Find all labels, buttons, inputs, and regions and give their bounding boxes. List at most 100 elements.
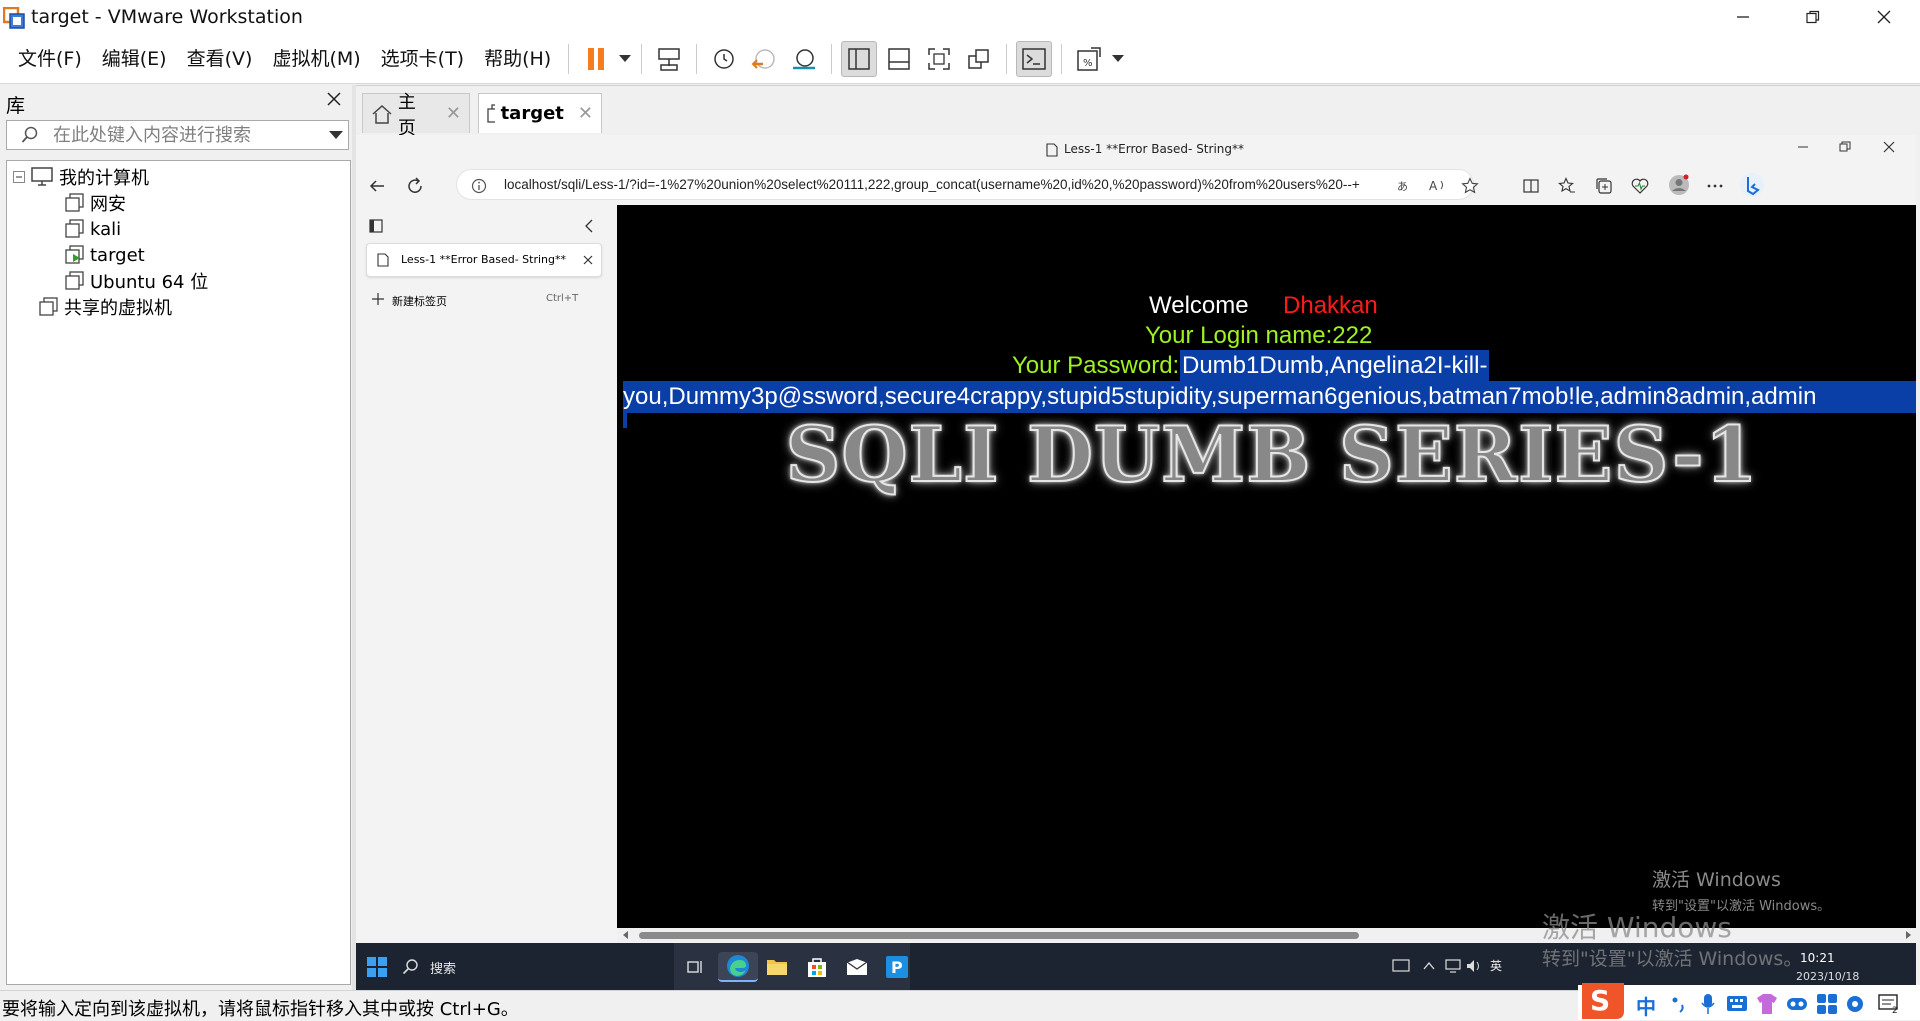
volume-icon[interactable] [1466, 959, 1484, 973]
punctuation-icon[interactable] [1670, 995, 1688, 1013]
show-library-button[interactable] [841, 40, 878, 77]
search-icon [21, 126, 39, 144]
new-tab-button[interactable]: 新建标签页 Ctrl+T [366, 287, 602, 313]
vertical-tab-item[interactable]: Less-1 **Error Based- String** [366, 243, 602, 277]
tree-item-vm[interactable]: kali [65, 217, 121, 241]
game-controller-icon[interactable] [1786, 995, 1808, 1013]
close-icon [1877, 10, 1891, 24]
file-explorer-taskbar-button[interactable] [762, 952, 792, 982]
web-page-content[interactable]: Welcome Dhakkan Your Login name:222 Your… [617, 205, 1916, 929]
tree-label: 网安 [90, 194, 126, 215]
microphone-icon[interactable] [1700, 993, 1716, 1015]
toolbox-grid-icon[interactable] [1816, 993, 1838, 1015]
menu-help[interactable]: 帮助(H) [474, 42, 561, 76]
refresh-button[interactable] [406, 177, 424, 195]
heartbeat-icon [1631, 178, 1649, 194]
library-search-input[interactable] [53, 124, 323, 146]
tab-close-icon[interactable]: ✕ [578, 103, 593, 124]
app-p-taskbar-button[interactable]: P [882, 952, 912, 982]
tab-home[interactable]: 主页 ✕ [362, 92, 470, 139]
tab-close-icon[interactable]: ✕ [446, 103, 461, 124]
keyboard-icon[interactable] [1726, 995, 1748, 1013]
tree-item-vm[interactable]: Ubuntu 64 位 [65, 269, 208, 293]
task-view-button[interactable] [680, 952, 710, 982]
revert-snapshot-button[interactable] [746, 41, 782, 77]
menu-vm[interactable]: 虚拟机(M) [262, 42, 370, 76]
collapse-icon[interactable] [13, 171, 25, 183]
snapshot-button[interactable] [706, 41, 742, 77]
full-screen-button[interactable] [921, 41, 957, 77]
browser-minimize-button[interactable] [1797, 141, 1815, 159]
tree-item-vm[interactable]: 网安 [65, 191, 126, 215]
close-button[interactable] [1861, 0, 1907, 34]
read-aloud-icon[interactable]: A [1429, 177, 1447, 195]
power-dropdown[interactable] [616, 41, 634, 77]
restore-button[interactable] [1790, 0, 1836, 34]
restore-icon [1806, 10, 1820, 24]
favorite-star-icon[interactable] [1461, 177, 1479, 195]
input-language[interactable]: 英 [1490, 957, 1502, 974]
scroll-left-icon[interactable] [622, 931, 630, 939]
close-tab-icon[interactable] [583, 255, 593, 265]
guest-display[interactable]: Less-1 **Error Based- String** localhost… [356, 135, 1916, 990]
keyboard-tray-icon[interactable] [1392, 959, 1410, 973]
profile-button[interactable] [1668, 174, 1690, 196]
guest-clock-date: 2023/10/18 [1796, 970, 1860, 983]
tree-label: 共享的虚拟机 [64, 298, 172, 319]
read-aloud-language-icon[interactable]: あ [1397, 177, 1415, 195]
toolbar-separator [641, 43, 643, 74]
stretch-dropdown[interactable] [1109, 41, 1127, 77]
notification-center-icon[interactable]: 2 [1878, 994, 1902, 1014]
tree-item-vm-running[interactable]: target [65, 243, 145, 267]
tree-item-shared-vms[interactable]: 共享的虚拟机 [39, 295, 172, 319]
split-screen-button[interactable] [1522, 177, 1540, 195]
collapse-pane-icon[interactable] [583, 219, 595, 233]
show-thumbnail-bar-button[interactable] [881, 41, 917, 77]
back-button[interactable] [368, 177, 386, 195]
start-button[interactable] [362, 952, 392, 982]
ime-language[interactable]: 中 [1636, 991, 1656, 1020]
browser-toolbar: localhost/sqli/Less-1/?id=-1%27%20union%… [356, 165, 1916, 205]
tab-actions-icon[interactable] [369, 219, 383, 233]
console-view-button[interactable] [1016, 40, 1053, 77]
suspend-button[interactable] [578, 41, 614, 77]
settings-more-button[interactable] [1706, 177, 1724, 195]
stretch-guest-button[interactable]: % [1071, 41, 1107, 77]
menu-file[interactable]: 文件(F) [8, 42, 92, 76]
network-monitor-icon[interactable] [1444, 959, 1462, 973]
skin-shirt-icon[interactable] [1756, 993, 1778, 1015]
menu-view[interactable]: 查看(V) [177, 42, 263, 76]
tab-target[interactable]: target ✕ [478, 93, 602, 133]
mail-taskbar-button[interactable] [842, 952, 872, 982]
minimize-button[interactable] [1720, 0, 1766, 34]
menu-edit[interactable]: 编辑(E) [92, 42, 177, 76]
send-ctrl-alt-del-button[interactable] [651, 41, 687, 77]
collections-button[interactable] [1595, 177, 1613, 195]
taskbar-search[interactable]: 搜索 [402, 952, 670, 982]
browser-essentials-button[interactable] [1631, 177, 1649, 195]
library-close-button[interactable] [326, 91, 344, 109]
plus-icon [372, 293, 384, 305]
sogou-logo-icon[interactable]: S [1578, 979, 1628, 1021]
ime-settings-icon[interactable] [1844, 993, 1866, 1015]
store-taskbar-button[interactable] [802, 952, 832, 982]
favorites-button[interactable] [1558, 177, 1576, 195]
tree-label: target [90, 244, 145, 266]
scrollbar-thumb[interactable] [639, 932, 1359, 939]
bing-copilot-button[interactable] [1738, 171, 1766, 199]
snapshot-manager-button[interactable] [786, 41, 822, 77]
close-icon [327, 92, 341, 106]
scroll-right-icon[interactable] [1904, 931, 1912, 939]
browser-close-button[interactable] [1883, 141, 1901, 159]
browser-restore-button[interactable] [1839, 141, 1857, 159]
tab-label: 主页 [397, 91, 416, 139]
show-hidden-icons-chevron-icon[interactable] [1422, 959, 1436, 973]
tree-item-my-computer[interactable]: 我的计算机 [13, 165, 149, 189]
unity-button[interactable] [961, 41, 997, 77]
selection-caret [623, 412, 627, 428]
vertical-tab-label: Less-1 **Error Based- String** [401, 253, 566, 266]
edge-taskbar-button[interactable] [718, 952, 758, 982]
address-bar[interactable]: localhost/sqli/Less-1/?id=-1%27%20union%… [456, 169, 1479, 200]
search-dropdown-arrow-icon[interactable] [329, 131, 343, 139]
menu-tabs[interactable]: 选项卡(T) [371, 42, 474, 76]
